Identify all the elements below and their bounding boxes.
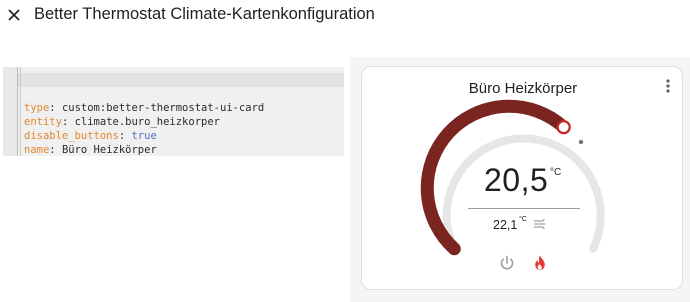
editor-gutter: [3, 67, 18, 156]
heat-mode-button[interactable]: [531, 254, 549, 272]
current-temp-marker: [578, 139, 584, 145]
code-line[interactable]: 3 disable_buttons: true: [3, 101, 344, 142]
current-temperature-unit: °C: [519, 216, 527, 223]
yaml-code-editor[interactable]: 1 type: custom:better-thermostat-ui-card…: [3, 67, 344, 156]
code-line[interactable]: 4 name: Büro Heizkörper: [3, 115, 344, 156]
thermostat-card: Büro Heizkörper 20,5 °C 22,1 °C: [361, 66, 683, 290]
fire-icon: [535, 255, 545, 270]
power-icon: [500, 255, 514, 270]
current-temperature: 22,1: [493, 218, 518, 232]
yaml-value: Büro Heizkörper: [61, 144, 157, 156]
code-line[interactable]: 5: [3, 129, 344, 155]
code-line[interactable]: 1 type: custom:better-thermostat-ui-card: [3, 73, 344, 114]
dialog-header: Better Thermostat Climate-Kartenkonfigur…: [0, 0, 690, 32]
close-icon: [8, 9, 20, 21]
fan-wind-icon: [534, 218, 545, 230]
power-button[interactable]: [498, 254, 516, 272]
target-temperature: 20,5: [484, 162, 549, 198]
dialog-title: Better Thermostat Climate-Kartenkonfigur…: [34, 5, 375, 23]
temperature-divider: [468, 208, 580, 209]
dial-handle[interactable]: [556, 120, 571, 135]
code-line[interactable]: 2 entity: climate.buro_heizkorper: [3, 87, 344, 128]
close-button[interactable]: [4, 4, 24, 26]
gutter-divider: [20, 67, 21, 156]
target-temperature-unit: °C: [550, 167, 562, 178]
yaml-separator: :: [49, 144, 62, 156]
